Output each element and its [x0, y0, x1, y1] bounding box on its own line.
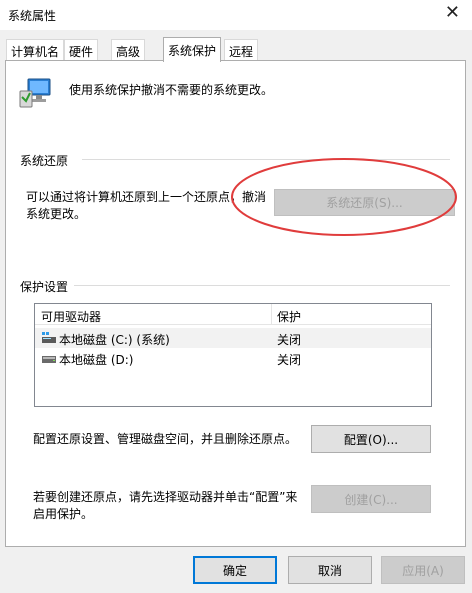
create-description-line2: 启用保护。 [33, 507, 94, 521]
tab-computer-name[interactable]: 计算机名 [6, 39, 65, 61]
group-divider [82, 159, 450, 160]
system-drive-icon [42, 332, 56, 343]
column-header-drives[interactable]: 可用驱动器 [41, 308, 101, 325]
system-restore-group-label: 系统还原 [20, 154, 69, 168]
apply-button[interactable]: 应用(A) [381, 556, 465, 584]
intro-text: 使用系统保护撤消不需要的系统更改。 [69, 83, 274, 97]
restore-description-line2: 系统更改。 [26, 207, 87, 221]
tab-hardware[interactable]: 硬件 [64, 39, 99, 61]
drive-row[interactable]: 本地磁盘 (C:) (系统) 关闭 [35, 328, 431, 348]
cancel-button[interactable]: 取消 [288, 556, 372, 584]
ok-button[interactable]: 确定 [193, 556, 277, 584]
configure-description: 配置还原设置、管理磁盘空间，并且删除还原点。 [33, 432, 298, 446]
window-title: 系统属性 [8, 9, 57, 23]
column-separator [271, 304, 272, 325]
tab-system-protection[interactable]: 系统保护 [163, 37, 222, 62]
drive-name: 本地磁盘 (D:) [59, 353, 134, 367]
drive-list[interactable]: 可用驱动器 保护 本地磁盘 (C:) (系统) 关闭 本地磁盘 (D:) 关闭 [34, 303, 432, 407]
close-icon[interactable]: ✕ [445, 3, 460, 23]
tab-advanced[interactable]: 高级 [111, 39, 146, 61]
drive-protection-status: 关闭 [277, 353, 302, 367]
tab-remote[interactable]: 远程 [224, 39, 259, 61]
drive-protection-status: 关闭 [277, 333, 302, 347]
tab-strip: 计算机名 硬件 高级 系统保护 远程 [6, 37, 466, 62]
title-bar: 系统属性 ✕ [0, 0, 472, 30]
group-divider [74, 285, 450, 286]
drive-row[interactable]: 本地磁盘 (D:) 关闭 [35, 348, 431, 368]
drive-icon [42, 356, 56, 363]
drive-name: 本地磁盘 (C:) (系统) [59, 333, 170, 347]
create-button[interactable]: 创建(C)... [311, 485, 431, 513]
restore-description-line1: 可以通过将计算机还原到上一个还原点，撤消 [26, 190, 267, 204]
list-header: 可用驱动器 保护 [35, 304, 431, 325]
tab-panel-system-protection: 使用系统保护撤消不需要的系统更改。 系统还原 可以通过将计算机还原到上一个还原点… [5, 60, 466, 547]
column-header-protection[interactable]: 保护 [277, 308, 301, 325]
configure-button[interactable]: 配置(O)... [311, 425, 431, 453]
system-restore-button[interactable]: 系统还原(S)... [274, 189, 455, 216]
create-description-line1: 若要创建还原点，请先选择驱动器并单击“配置”来 [33, 490, 298, 504]
system-properties-window: 系统属性 ✕ 计算机名 硬件 高级 系统保护 远程 使用系统保护撤消不需要的系统… [0, 0, 472, 593]
system-protection-icon [19, 78, 51, 108]
protection-settings-group-label: 保护设置 [20, 280, 69, 294]
